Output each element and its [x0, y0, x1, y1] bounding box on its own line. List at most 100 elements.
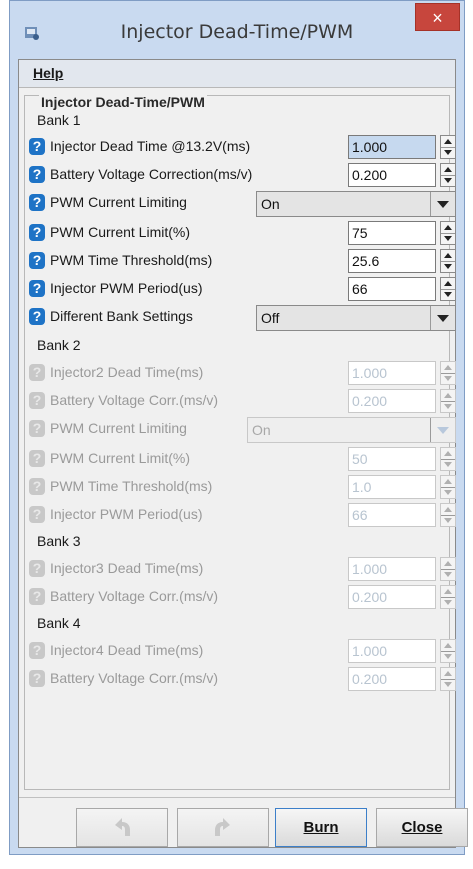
bank2-dead-time-input: 1.000	[348, 361, 436, 385]
dialog-window: Injector Dead-Time/PWM × Help Injector D…	[9, 0, 468, 855]
help-icon: ?	[29, 560, 45, 577]
bank3-heading: Bank 3	[37, 533, 81, 549]
bank4-dead-time-row: ? Injector4 Dead Time(ms) 1.000	[29, 639, 456, 663]
spin-down-icon[interactable]	[441, 233, 455, 244]
bank2-pwm-threshold-input: 1.0	[348, 475, 436, 499]
help-icon[interactable]: ?	[29, 194, 45, 211]
bank1-batt-corr-spinner[interactable]	[440, 163, 456, 187]
menu-help[interactable]: Help	[33, 65, 63, 81]
bank1-diff-bank-label: Different Bank Settings	[50, 308, 193, 324]
bank1-pwm-period-spinner[interactable]	[440, 277, 456, 301]
spin-down-icon	[441, 597, 455, 608]
bank1-pwm-limiting-select[interactable]: On	[256, 191, 456, 217]
select-value: Off	[261, 310, 280, 326]
bank1-dead-time-spinner[interactable]	[440, 135, 456, 159]
chevron-down-icon[interactable]	[430, 192, 455, 216]
bank2-pwm-limit-row: ? PWM Current Limit(%) 50	[29, 447, 456, 471]
panel-title: Injector Dead-Time/PWM	[39, 94, 207, 110]
bank2-batt-corr-row: ? Battery Voltage Corr.(ms/v) 0.200	[29, 389, 456, 413]
help-icon: ?	[29, 506, 45, 523]
help-icon[interactable]: ?	[29, 252, 45, 269]
bank3-batt-corr-row: ? Battery Voltage Corr.(ms/v) 0.200	[29, 585, 456, 609]
help-icon[interactable]: ?	[29, 280, 45, 297]
bank4-heading: Bank 4	[37, 615, 81, 631]
bank1-pwm-threshold-input[interactable]: 25.6	[348, 249, 436, 273]
bank4-dead-time-spinner	[440, 639, 456, 663]
title-bar[interactable]: Injector Dead-Time/PWM ×	[10, 1, 464, 59]
bank1-pwm-limit-row: ? PWM Current Limit(%) 75	[29, 221, 456, 245]
help-icon: ?	[29, 450, 45, 467]
bank2-pwm-limiting-row: ? PWM Current Limiting On	[29, 417, 456, 443]
bank1-pwm-limit-spinner[interactable]	[440, 221, 456, 245]
help-icon: ?	[29, 420, 45, 437]
help-icon[interactable]: ?	[29, 308, 45, 325]
redo-button[interactable]	[177, 808, 269, 847]
undo-button[interactable]	[76, 808, 168, 847]
spin-down-icon	[441, 569, 455, 580]
window-title: Injector Dead-Time/PWM	[120, 21, 354, 43]
select-value: On	[252, 422, 271, 438]
help-icon[interactable]: ?	[29, 138, 45, 155]
bank3-dead-time-spinner	[440, 557, 456, 581]
bank1-heading: Bank 1	[37, 112, 81, 128]
close-icon: ×	[432, 8, 443, 28]
select-value: On	[261, 196, 280, 212]
bank2-pwm-period-spinner	[440, 503, 456, 527]
bank1-batt-corr-row: ? Battery Voltage Correction(ms/v) 0.200	[29, 163, 456, 187]
spin-down-icon[interactable]	[441, 147, 455, 158]
spin-down-icon	[441, 373, 455, 384]
undo-arrow-icon	[115, 818, 130, 836]
bank1-pwm-threshold-row: ? PWM Time Threshold(ms) 25.6	[29, 249, 456, 273]
bank2-dead-time-label: Injector2 Dead Time(ms)	[50, 364, 204, 380]
bank3-dead-time-row: ? Injector3 Dead Time(ms) 1.000	[29, 557, 456, 581]
spin-down-icon[interactable]	[441, 289, 455, 300]
bank1-pwm-limit-label: PWM Current Limit(%)	[50, 224, 191, 240]
bank1-pwm-period-row: ? Injector PWM Period(us) 66	[29, 277, 456, 301]
bank4-batt-corr-spinner	[440, 667, 456, 691]
bank1-dead-time-input[interactable]: 1.000	[348, 135, 436, 159]
help-icon: ?	[29, 364, 45, 381]
bank1-pwm-threshold-spinner[interactable]	[440, 249, 456, 273]
bank2-pwm-period-label: Injector PWM Period(us)	[50, 506, 203, 522]
burn-label: Burn	[303, 819, 339, 836]
bank1-pwm-period-input[interactable]: 66	[348, 277, 436, 301]
dialog-body: Help Injector Dead-Time/PWM Bank 1 ? Inj…	[18, 59, 468, 848]
help-icon: ?	[29, 478, 45, 495]
bank1-batt-corr-input[interactable]: 0.200	[348, 163, 436, 187]
bank2-dead-time-row: ? Injector2 Dead Time(ms) 1.000	[29, 361, 456, 385]
help-icon[interactable]: ?	[29, 166, 45, 183]
bank3-dead-time-label: Injector3 Dead Time(ms)	[50, 560, 204, 576]
bank4-batt-corr-row: ? Battery Voltage Corr.(ms/v) 0.200	[29, 667, 456, 691]
close-window-button[interactable]: ×	[415, 3, 460, 31]
bank2-pwm-limiting-select: On	[247, 417, 456, 443]
bank1-diff-bank-select[interactable]: Off	[256, 305, 456, 331]
bank2-pwm-limiting-label: PWM Current Limiting	[50, 420, 187, 436]
spin-down-icon	[441, 459, 455, 470]
bank2-pwm-limit-label: PWM Current Limit(%)	[50, 450, 191, 466]
bank3-batt-corr-input: 0.200	[348, 585, 436, 609]
chevron-down-icon	[430, 418, 455, 442]
help-icon: ?	[29, 670, 45, 687]
bank1-pwm-period-label: Injector PWM Period(us)	[50, 280, 203, 296]
burn-button[interactable]: Burn	[275, 808, 367, 847]
close-button[interactable]: Close	[376, 808, 468, 847]
bank3-batt-corr-spinner	[440, 585, 456, 609]
bank2-pwm-threshold-label: PWM Time Threshold(ms)	[50, 478, 213, 494]
bank2-dead-time-spinner	[440, 361, 456, 385]
bank2-pwm-threshold-row: ? PWM Time Threshold(ms) 1.0	[29, 475, 456, 499]
spin-down-icon[interactable]	[441, 261, 455, 272]
chevron-down-icon[interactable]	[430, 306, 455, 330]
spin-down-icon	[441, 651, 455, 662]
bank1-pwm-limit-input[interactable]: 75	[348, 221, 436, 245]
bank2-batt-corr-spinner	[440, 389, 456, 413]
spin-down-icon	[441, 487, 455, 498]
bank4-dead-time-label: Injector4 Dead Time(ms)	[50, 642, 204, 658]
bank1-pwm-limiting-label: PWM Current Limiting	[50, 194, 187, 210]
bank2-pwm-threshold-spinner	[440, 475, 456, 499]
bank2-heading: Bank 2	[37, 337, 81, 353]
bank1-pwm-limiting-row: ? PWM Current Limiting On	[29, 191, 456, 217]
help-icon: ?	[29, 588, 45, 605]
help-icon[interactable]: ?	[29, 224, 45, 241]
spin-down-icon[interactable]	[441, 175, 455, 186]
bank2-batt-corr-label: Battery Voltage Corr.(ms/v)	[50, 392, 219, 408]
